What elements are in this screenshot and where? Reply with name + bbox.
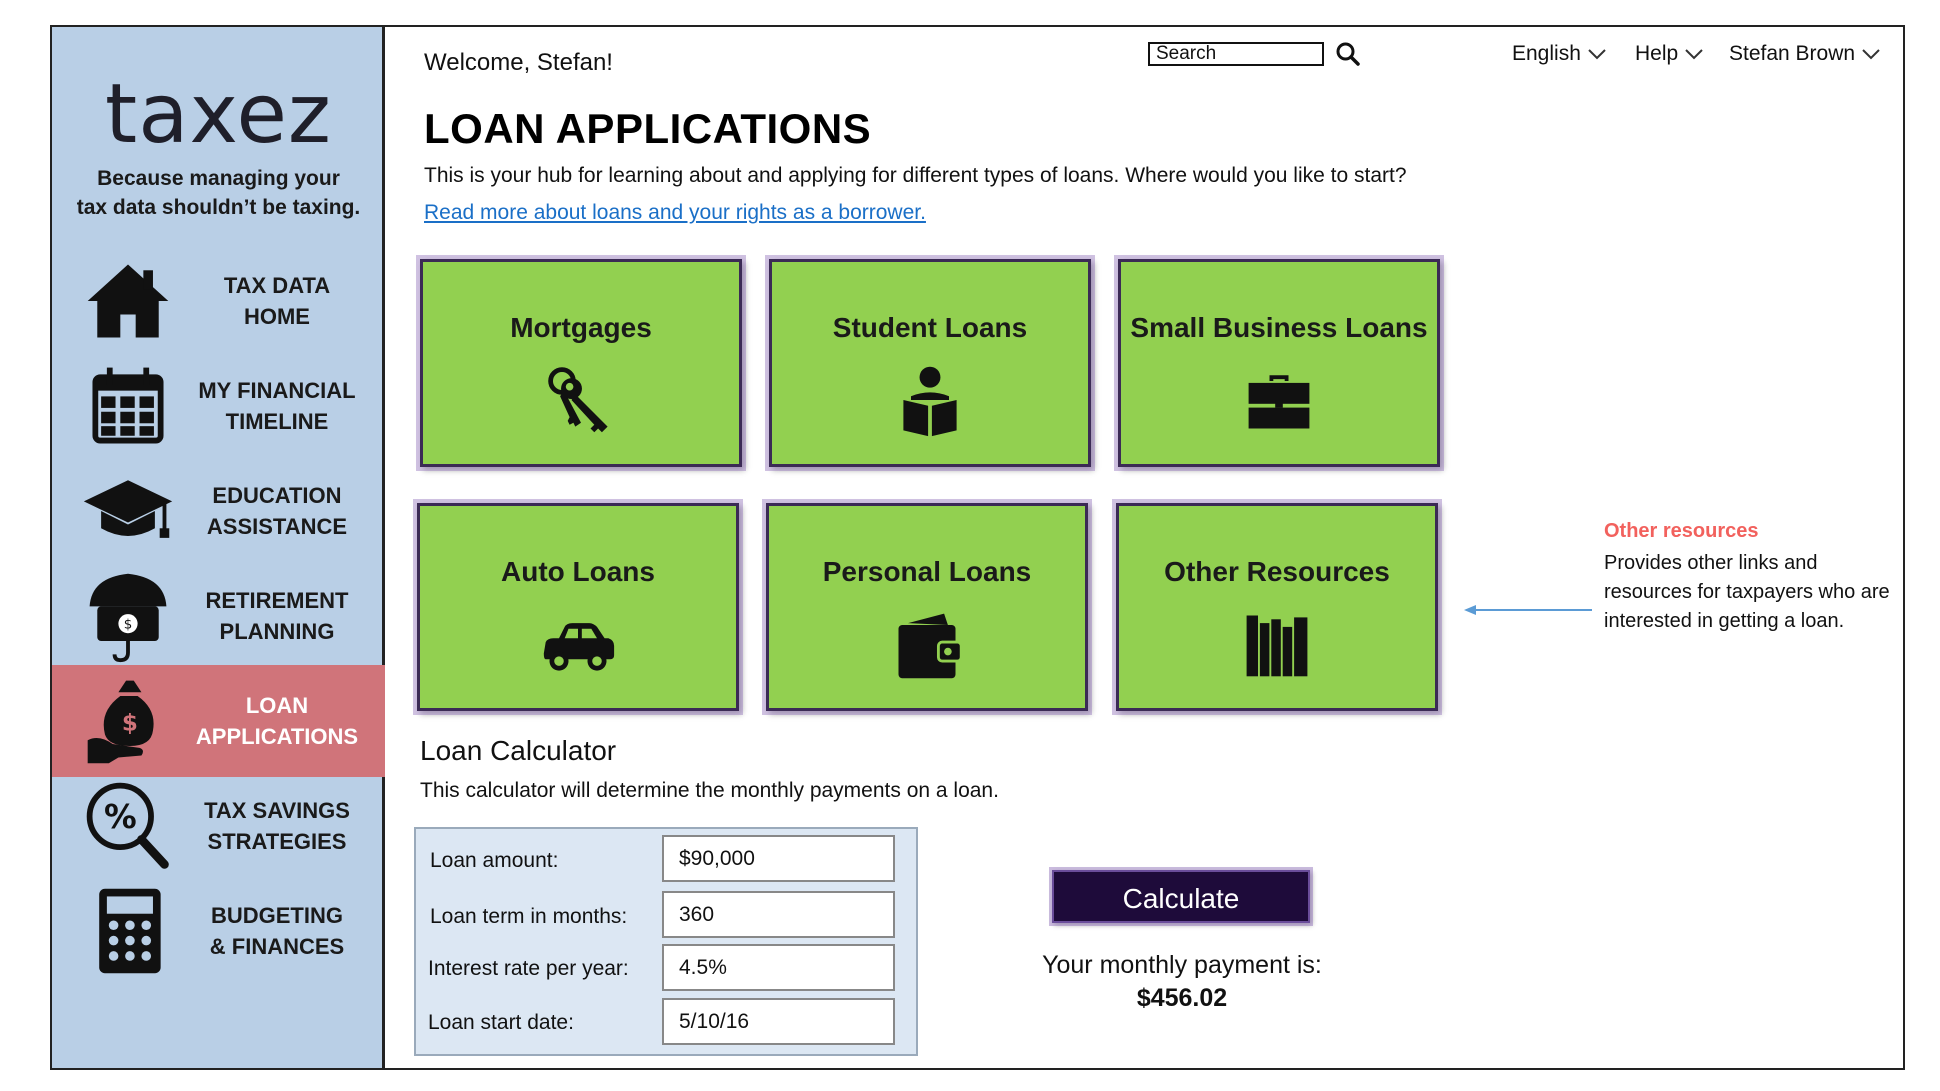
loan-amount-input[interactable] (662, 835, 895, 882)
sidebar-item-budgeting-finances[interactable]: BUDGETING & FINANCES (52, 875, 385, 987)
tile-mortgages[interactable]: Mortgages (420, 259, 742, 467)
chevron-down-icon (1588, 49, 1606, 60)
help-label: Help (1635, 42, 1679, 65)
briefcase-icon (1241, 362, 1317, 438)
umbrella-money-icon: $ (80, 568, 176, 664)
svg-text:%: % (104, 798, 137, 836)
user-menu[interactable]: Stefan Brown (1729, 42, 1881, 66)
app-frame: taxez Because managing your tax data sho… (50, 25, 1905, 1070)
monthly-payment-value: $456.02 (1136, 984, 1228, 1012)
sidebar-item-tax-data-home[interactable]: TAX DATA HOME (52, 245, 385, 357)
tile-label: Other Resources (1164, 556, 1390, 587)
calendar-icon (80, 358, 176, 454)
books-icon (1239, 606, 1315, 682)
page-title: LOAN APPLICATIONS (424, 105, 872, 152)
calculator-title: Loan Calculator (420, 735, 617, 766)
svg-text:$: $ (124, 617, 133, 632)
sidebar-item-tax-savings-strategies[interactable]: % TAX SAVINGS STRATEGIES (52, 770, 385, 882)
search-input[interactable] (1148, 42, 1324, 66)
sidebar-item-loan-applications[interactable]: $ LOAN APPLICATIONS (52, 665, 385, 777)
annotation-title: Other resources (1604, 520, 1759, 542)
chevron-down-icon (1685, 49, 1703, 60)
calculator-panel: Loan amount: Loan term in months: Intere… (414, 827, 918, 1056)
sidebar-item-label: BUDGETING & FINANCES (209, 903, 345, 959)
annotation-text: Provides other links and resources for t… (1604, 552, 1890, 632)
chevron-down-icon (1862, 49, 1880, 60)
tile-label: Personal Loans (822, 556, 1032, 587)
loan-start-date-label: Loan start date: (428, 1011, 574, 1034)
sidebar-item-label: TAX DATA HOME (223, 273, 331, 329)
tile-auto-loans[interactable]: Auto Loans (417, 503, 739, 711)
help-dropdown[interactable]: Help (1635, 42, 1704, 66)
sidebar: taxez Because managing your tax data sho… (52, 27, 385, 1068)
tagline: Because managing your tax data shouldn’t… (76, 167, 361, 219)
sidebar-item-label: TAX SAVINGS STRATEGIES (204, 798, 350, 854)
welcome-message: Welcome, Stefan! (424, 49, 613, 76)
graduation-cap-icon (80, 463, 176, 559)
keys-icon (543, 362, 619, 438)
sidebar-item-label: EDUCATION ASSISTANCE (206, 483, 348, 539)
sidebar-item-retirement-planning[interactable]: $ RETIREMENT PLANNING (52, 560, 385, 672)
search-icon[interactable] (1335, 41, 1361, 67)
language-dropdown[interactable]: English (1512, 42, 1607, 66)
percent-magnifier-icon: % (80, 778, 176, 874)
wallet-icon (889, 606, 965, 682)
tile-label: Mortgages (510, 312, 652, 343)
sidebar-item-label: RETIREMENT PLANNING (205, 588, 349, 644)
result-label: Your monthly payment is: (1042, 951, 1322, 979)
tile-label: Auto Loans (501, 556, 655, 587)
annotation-arrow (1464, 605, 1592, 615)
tile-small-business-loans[interactable]: Small Business Loans (1118, 259, 1440, 467)
calculator-description: This calculator will determine the month… (420, 779, 999, 802)
svg-text:$: $ (122, 711, 138, 737)
calculate-button[interactable]: Calculate (1052, 870, 1310, 923)
intro-text: This is your hub for learning about and … (424, 164, 1407, 187)
loan-term-label: Loan term in months: (430, 905, 628, 928)
tile-label: Small Business Loans (1130, 312, 1428, 343)
money-bag-hand-icon: $ (80, 673, 176, 769)
user-name: Stefan Brown (1729, 42, 1856, 65)
tile-other-resources[interactable]: Other Resources (1116, 503, 1438, 711)
student-reading-icon (892, 362, 968, 438)
car-icon (540, 606, 616, 682)
read-more-link[interactable]: Read more about loans and your rights as… (424, 201, 926, 225)
house-icon (80, 253, 176, 349)
sidebar-item-education-assistance[interactable]: EDUCATION ASSISTANCE (52, 455, 385, 567)
loan-amount-label: Loan amount: (430, 849, 559, 872)
calculator-icon (80, 883, 176, 979)
interest-rate-input[interactable] (662, 944, 895, 991)
sidebar-item-financial-timeline[interactable]: MY FINANCIAL TIMELINE (52, 350, 385, 462)
tile-personal-loans[interactable]: Personal Loans (766, 503, 1088, 711)
loan-term-input[interactable] (662, 891, 895, 938)
sidebar-item-label: LOAN APPLICATIONS (195, 693, 359, 749)
language-label: English (1512, 42, 1581, 65)
tile-student-loans[interactable]: Student Loans (769, 259, 1091, 467)
loan-start-date-input[interactable] (662, 998, 895, 1045)
sidebar-item-label: MY FINANCIAL TIMELINE (198, 378, 356, 434)
tile-label: Student Loans (832, 312, 1028, 343)
app-logo[interactable]: taxez (52, 67, 385, 162)
interest-rate-label: Interest rate per year: (428, 957, 629, 980)
